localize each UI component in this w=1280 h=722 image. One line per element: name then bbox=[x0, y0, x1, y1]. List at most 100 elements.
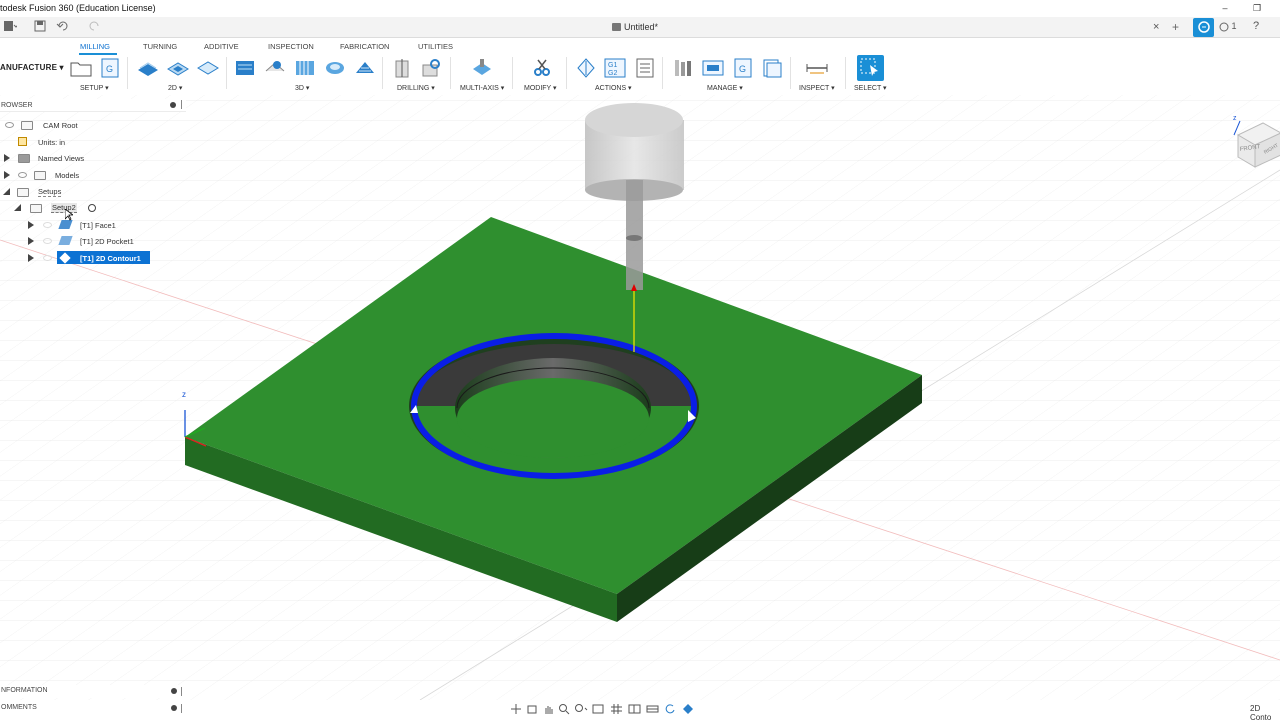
help-button[interactable]: ? bbox=[1253, 20, 1259, 32]
contour-icon[interactable] bbox=[323, 57, 347, 79]
setup-sheet-icon[interactable] bbox=[633, 57, 657, 79]
tree-item-models[interactable]: Models bbox=[0, 168, 186, 182]
panel-splitter[interactable] bbox=[181, 687, 182, 696]
template-library-icon[interactable] bbox=[760, 57, 784, 79]
job-status[interactable]: 1 bbox=[1219, 21, 1237, 32]
modify-group-label[interactable]: MODIFY ▾ bbox=[524, 84, 557, 92]
select-icon[interactable] bbox=[857, 55, 884, 81]
tab-milling[interactable]: MILLING bbox=[80, 42, 110, 51]
inspect-group-label[interactable]: INSPECT ▾ bbox=[799, 84, 835, 92]
visibility-eye-icon[interactable] bbox=[18, 172, 27, 178]
svg-text:z: z bbox=[1233, 115, 1237, 122]
close-tab-button[interactable]: × bbox=[1153, 21, 1159, 33]
tree-item-units[interactable]: Units: in bbox=[0, 135, 186, 149]
panel-splitter[interactable] bbox=[181, 100, 182, 109]
3d-group-label[interactable]: 3D ▾ bbox=[295, 84, 309, 92]
parallel-icon[interactable] bbox=[293, 57, 317, 79]
information-panel[interactable]: NFORMATION bbox=[0, 685, 186, 698]
simulate-icon[interactable] bbox=[574, 57, 598, 79]
separator bbox=[226, 57, 227, 89]
redo-icon[interactable] bbox=[86, 20, 102, 34]
visibility-eye-icon[interactable] bbox=[5, 122, 14, 128]
browser-header[interactable]: ROWSER bbox=[0, 99, 186, 112]
document-tab[interactable]: Untitled* bbox=[612, 22, 658, 32]
toolpath-display-icon[interactable] bbox=[682, 703, 696, 715]
hole-recognition-icon[interactable] bbox=[420, 57, 444, 79]
minimize-button[interactable]: – bbox=[1218, 2, 1232, 14]
machine-library-icon[interactable] bbox=[701, 57, 725, 79]
setup-folder-icon[interactable] bbox=[69, 57, 93, 79]
collapse-arrow-icon[interactable] bbox=[14, 204, 21, 211]
tree-item-setup2[interactable]: Setup2 bbox=[0, 201, 186, 215]
collapse-browser-icon[interactable] bbox=[170, 102, 176, 108]
pan-hand-icon[interactable] bbox=[542, 703, 554, 715]
display-settings-icon[interactable] bbox=[592, 703, 606, 715]
activate-setup-icon[interactable] bbox=[88, 204, 96, 212]
select-group-label[interactable]: SELECT ▾ bbox=[854, 84, 887, 92]
tree-item-setups[interactable]: Setups bbox=[0, 185, 186, 199]
2d-group-label[interactable]: 2D ▾ bbox=[168, 84, 182, 92]
orbit-icon[interactable] bbox=[510, 703, 522, 715]
workspace-switcher[interactable]: ANUFACTURE ▾ bbox=[0, 63, 64, 72]
post-process-icon[interactable]: G1 G2 bbox=[603, 57, 627, 79]
canvas-viewport[interactable]: z z FRONT RIGHT bbox=[0, 95, 1280, 701]
face-icon[interactable] bbox=[196, 57, 220, 79]
visibility-eye-icon[interactable] bbox=[43, 238, 52, 244]
expand-arrow-icon[interactable] bbox=[28, 254, 34, 262]
visibility-eye-icon[interactable] bbox=[43, 222, 52, 228]
collapse-arrow-icon[interactable] bbox=[3, 188, 10, 195]
restore-button[interactable]: ❐ bbox=[1250, 2, 1264, 14]
simulation-refresh-icon[interactable] bbox=[664, 703, 678, 715]
post-library-icon[interactable]: G bbox=[731, 57, 755, 79]
svg-text:G1: G1 bbox=[608, 62, 617, 69]
measure-icon[interactable] bbox=[805, 57, 829, 79]
tool-library-icon[interactable] bbox=[671, 57, 695, 79]
pocket-clearing-icon[interactable] bbox=[263, 57, 287, 79]
panel-splitter[interactable] bbox=[181, 704, 182, 713]
tree-item-named-views[interactable]: Named Views bbox=[0, 151, 186, 165]
multi-axis-icon[interactable] bbox=[470, 57, 494, 79]
tree-item-face1[interactable]: [T1] Face1 bbox=[0, 218, 186, 232]
tree-item-cam-root[interactable]: CAM Root bbox=[0, 118, 186, 132]
visibility-eye-icon[interactable] bbox=[43, 255, 52, 261]
scallop-icon[interactable] bbox=[353, 57, 377, 79]
collapse-comments-icon[interactable] bbox=[171, 705, 177, 711]
fit-zoom-icon[interactable] bbox=[574, 703, 588, 715]
tab-fabrication[interactable]: FABRICATION bbox=[340, 42, 389, 51]
new-tab-button[interactable]: + bbox=[1172, 20, 1179, 34]
application-bar: Untitled* × + 1 ? bbox=[0, 17, 1280, 38]
tree-item-2d-contour1[interactable]: [T1] 2D Contour1 bbox=[0, 251, 186, 265]
drilling-group-label[interactable]: DRILLING ▾ bbox=[397, 84, 435, 92]
viewports-icon[interactable] bbox=[628, 703, 642, 715]
expand-arrow-icon[interactable] bbox=[4, 154, 10, 162]
tab-additive[interactable]: ADDITIVE bbox=[204, 42, 239, 51]
tab-utilities[interactable]: UTILITIES bbox=[418, 42, 453, 51]
online-status-button[interactable] bbox=[1193, 18, 1214, 37]
multi-axis-group-label[interactable]: MULTI-AXIS ▾ bbox=[460, 84, 504, 92]
nc-program-icon[interactable]: G bbox=[99, 57, 123, 79]
stock-display-icon[interactable] bbox=[646, 703, 660, 715]
collapse-information-icon[interactable] bbox=[171, 688, 177, 694]
look-at-icon[interactable] bbox=[526, 703, 538, 715]
expand-arrow-icon[interactable] bbox=[28, 221, 34, 229]
adaptive-clearing-2d-icon[interactable] bbox=[136, 57, 160, 79]
modify-scissors-icon[interactable] bbox=[530, 57, 554, 79]
zoom-icon[interactable] bbox=[558, 703, 570, 715]
adaptive-clearing-3d-icon[interactable] bbox=[233, 57, 257, 79]
tree-item-2d-pocket1[interactable]: [T1] 2D Pocket1 bbox=[0, 234, 186, 248]
pocket-2d-icon[interactable] bbox=[166, 57, 190, 79]
tree-item-label: [T1] 2D Pocket1 bbox=[80, 236, 134, 246]
undo-icon[interactable] bbox=[56, 20, 72, 34]
drill-icon[interactable] bbox=[390, 57, 414, 79]
actions-group-label[interactable]: ACTIONS ▾ bbox=[595, 84, 632, 92]
expand-arrow-icon[interactable] bbox=[28, 237, 34, 245]
tab-turning[interactable]: TURNING bbox=[143, 42, 177, 51]
tab-inspection[interactable]: INSPECTION bbox=[268, 42, 314, 51]
expand-arrow-icon[interactable] bbox=[4, 171, 10, 179]
setup-group-label[interactable]: SETUP ▾ bbox=[80, 84, 109, 92]
grid-settings-icon[interactable] bbox=[610, 703, 624, 715]
manage-group-label[interactable]: MANAGE ▾ bbox=[707, 84, 743, 92]
comments-panel[interactable]: OMMENTS bbox=[0, 702, 186, 715]
file-menu-icon[interactable] bbox=[2, 20, 19, 34]
save-icon[interactable] bbox=[32, 20, 48, 34]
